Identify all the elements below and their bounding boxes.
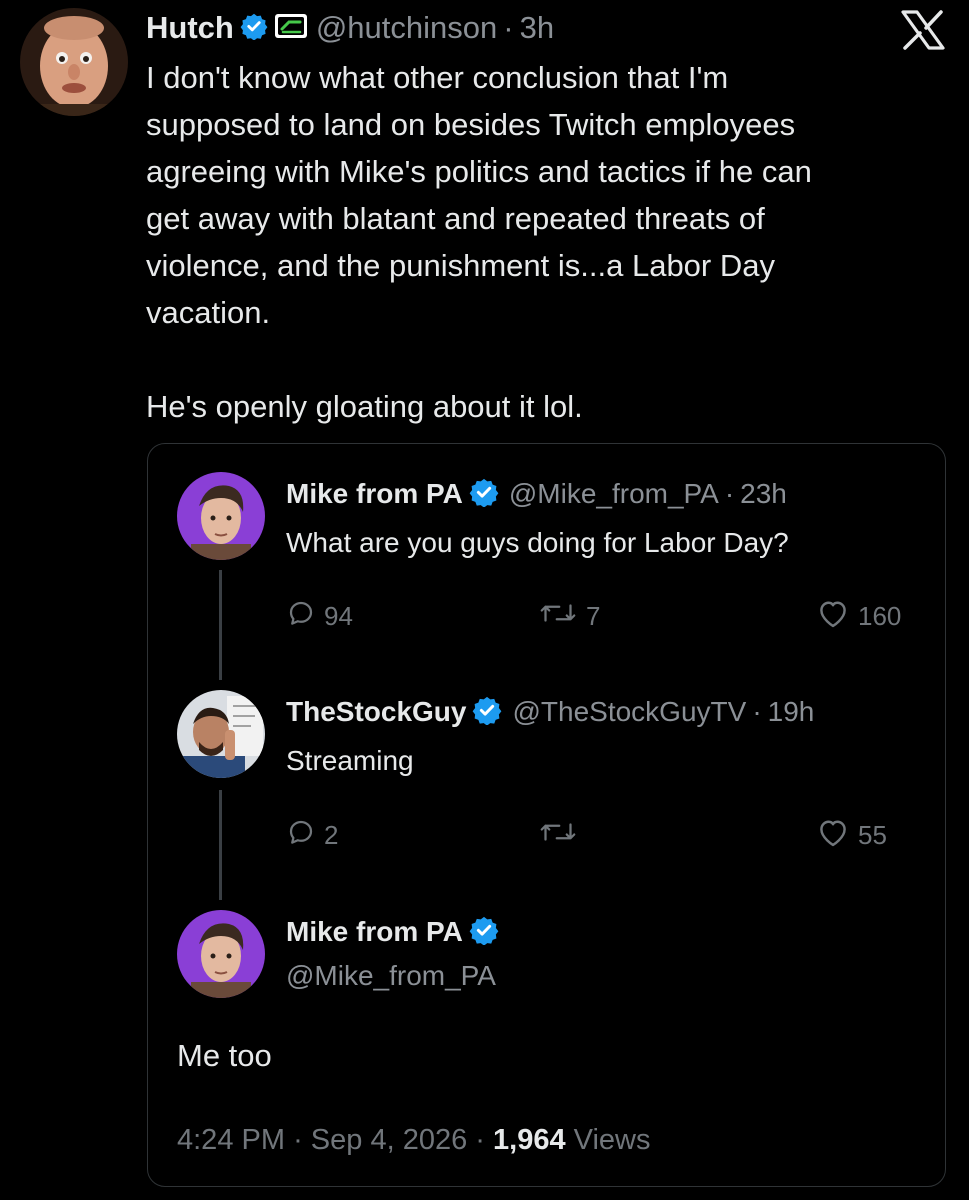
views-count: 1,964: [493, 1124, 566, 1156]
reply-icon: [286, 817, 324, 854]
time-separator: ·: [752, 696, 762, 727]
quoted-author-name[interactable]: TheStockGuy: [286, 696, 466, 728]
repost-icon: [538, 817, 586, 854]
time-separator: ·: [724, 478, 735, 509]
views-label: Views: [573, 1124, 651, 1156]
like-button[interactable]: 55: [816, 817, 887, 854]
meta-separator: ·: [293, 1124, 303, 1156]
repost-button[interactable]: [538, 817, 586, 854]
reply-button[interactable]: 2: [286, 817, 338, 854]
tweet-header: Hutch @hutchinson · 3h: [146, 8, 554, 48]
verified-badge-icon: [469, 477, 499, 512]
reply-date[interactable]: Sep 4, 2026: [311, 1124, 467, 1156]
tweet-text: I don't know what other conclusion that …: [146, 60, 812, 424]
quoted-author-name[interactable]: Mike from PA: [286, 478, 463, 510]
reply-count: 2: [324, 820, 339, 850]
quoted-tweet-header: Mike from PA @Mike_from_PA · 23h: [286, 476, 787, 512]
repost-button[interactable]: 7: [538, 598, 600, 635]
affiliate-logo-icon[interactable]: [274, 12, 308, 45]
x-logo-icon: [900, 10, 946, 50]
quoted-tweet-header: TheStockGuy @TheStockGuyTV · 19h: [286, 694, 814, 730]
tweet-time[interactable]: 3h: [520, 10, 554, 46]
thread-connector-line: [219, 570, 222, 680]
time-separator: ·: [503, 10, 514, 45]
like-button[interactable]: 160: [816, 598, 901, 635]
mike-from-pa-avatar[interactable]: [177, 472, 265, 560]
verified-badge-icon: [469, 915, 499, 950]
verified-badge-icon: [472, 695, 502, 730]
heart-icon: [816, 598, 858, 635]
like-count: 160: [858, 601, 902, 631]
reply-icon: [286, 598, 324, 635]
reply-text: Me too: [177, 1038, 272, 1073]
repost-count: 7: [586, 601, 601, 631]
author-handle[interactable]: @hutchinson: [316, 10, 497, 46]
thestockguy-avatar[interactable]: [177, 690, 265, 778]
quoted-tweet-time[interactable]: 23h: [740, 478, 787, 510]
quoted-tweet-time[interactable]: 19h: [768, 696, 815, 728]
reply-author-header: Mike from PA: [286, 914, 499, 950]
reply-button[interactable]: 94: [286, 598, 353, 635]
like-count: 55: [858, 820, 887, 850]
hutch-avatar[interactable]: [20, 8, 128, 116]
reply-time[interactable]: 4:24 PM: [177, 1124, 285, 1156]
meta-separator: ·: [475, 1124, 485, 1156]
repost-icon: [538, 598, 586, 635]
quoted-author-handle[interactable]: @TheStockGuyTV: [512, 696, 746, 728]
verified-badge-icon: [240, 12, 268, 45]
quoted-author-handle[interactable]: @Mike_from_PA: [509, 478, 719, 510]
quoted-tweet-text: What are you guys doing for Labor Day?: [286, 527, 789, 558]
reply-count: 94: [324, 601, 353, 631]
heart-icon: [816, 817, 858, 854]
author-name[interactable]: Hutch: [146, 10, 234, 46]
thread-connector-line: [219, 790, 222, 900]
reply-author-handle[interactable]: @Mike_from_PA: [286, 960, 496, 992]
reply-meta: 4:24 PM · Sep 4, 2026 · 1,964 Views: [177, 1124, 651, 1157]
reply-author-name[interactable]: Mike from PA: [286, 916, 463, 948]
quoted-tweet-text: Streaming: [286, 745, 414, 776]
mike-from-pa-avatar[interactable]: [177, 910, 265, 998]
